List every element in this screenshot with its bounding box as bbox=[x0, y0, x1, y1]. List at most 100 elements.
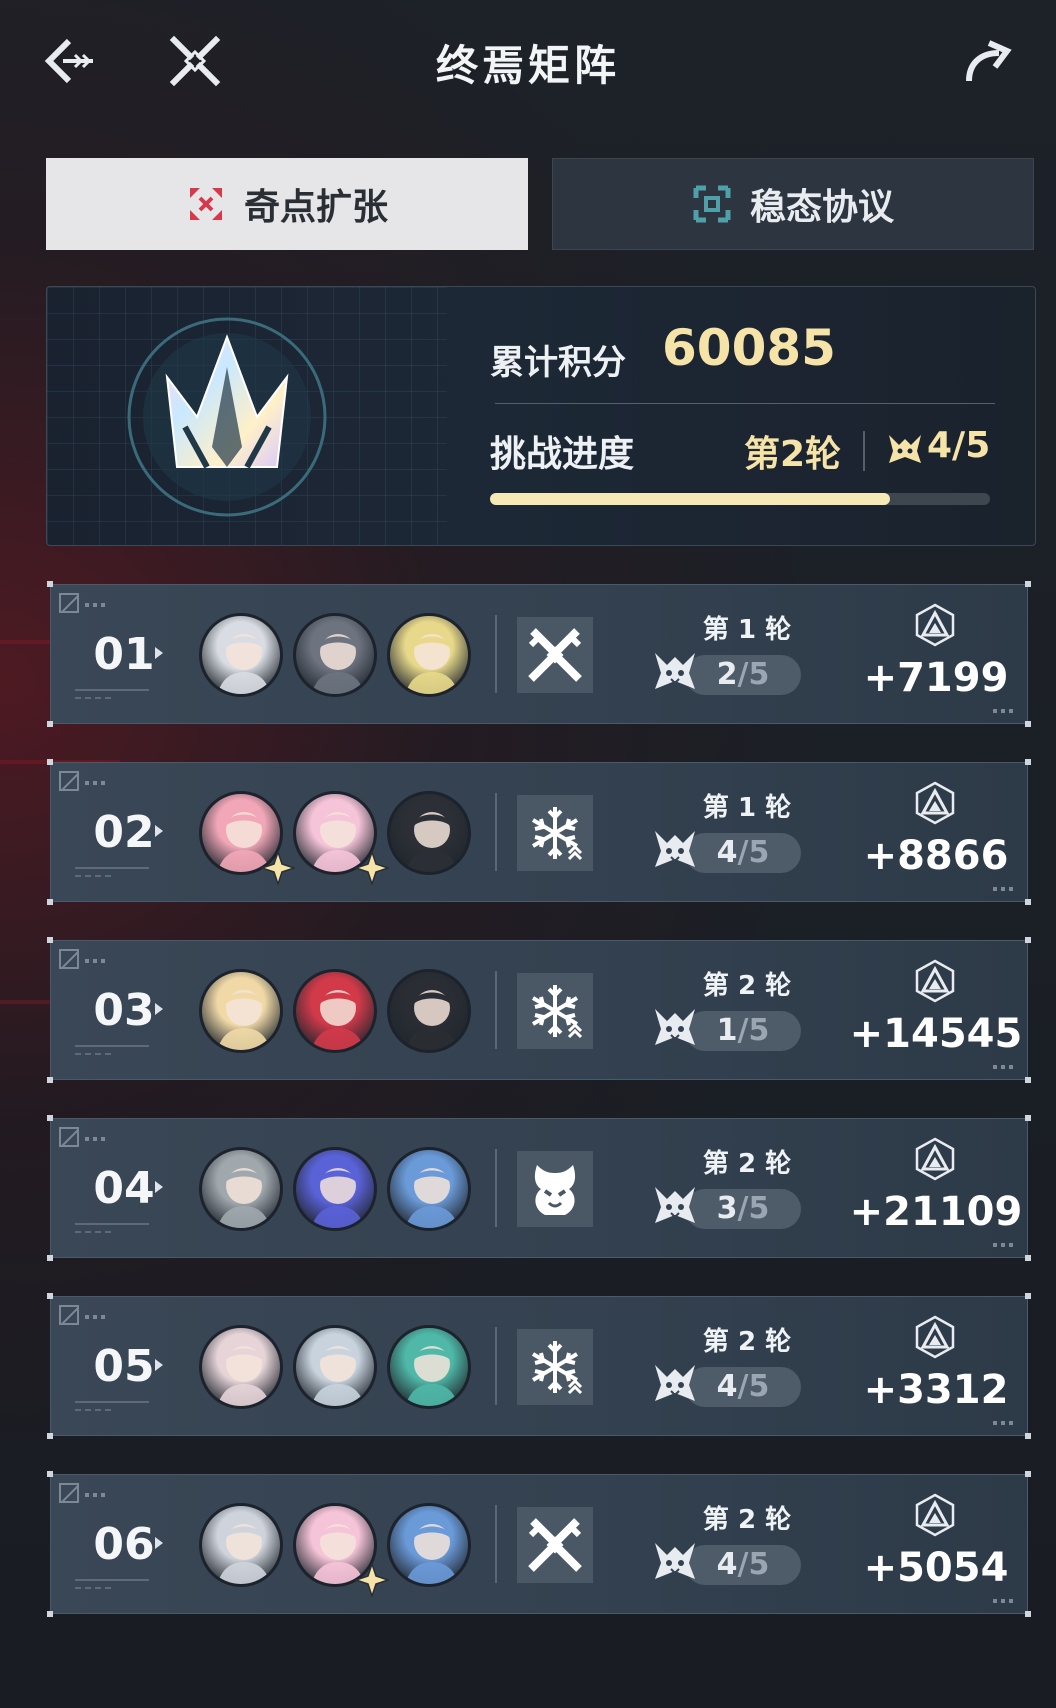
points-icon bbox=[913, 959, 957, 1003]
points-value: +7199 bbox=[863, 655, 1009, 701]
divider bbox=[863, 431, 865, 471]
character-portrait bbox=[217, 634, 271, 694]
corner-decor bbox=[47, 1611, 53, 1617]
row-decor bbox=[75, 1231, 115, 1233]
row-decor bbox=[75, 1045, 149, 1047]
physical-element-icon bbox=[517, 1507, 593, 1583]
divider bbox=[495, 1327, 497, 1405]
team-row[interactable]: 01 第 1 轮 2/5 +7199 bbox=[47, 581, 1031, 727]
points-icon bbox=[913, 603, 957, 647]
corner-decor bbox=[47, 1077, 53, 1083]
row-decor bbox=[75, 1401, 149, 1403]
row-corner-mark bbox=[59, 1305, 79, 1325]
divider bbox=[495, 1505, 497, 1583]
summary-panel: 累计积分 60085 挑战进度 第2轮 4/5 bbox=[46, 286, 1036, 546]
character-avatar[interactable] bbox=[199, 969, 283, 1053]
boss-kill-count: 4/5 bbox=[685, 1367, 801, 1407]
character-avatar[interactable] bbox=[199, 1147, 283, 1231]
character-portrait bbox=[311, 1346, 365, 1406]
star-badge-icon bbox=[353, 1561, 391, 1599]
divider bbox=[495, 403, 995, 404]
character-avatar[interactable] bbox=[387, 1503, 471, 1587]
score-label: 累计积分 bbox=[490, 343, 626, 383]
imaginary-element-icon bbox=[517, 1151, 593, 1227]
team-row[interactable]: 02 第 1 轮 4/5 +8866 bbox=[47, 759, 1031, 905]
expand-arrow-icon bbox=[155, 1003, 163, 1015]
expand-arrow-icon bbox=[155, 825, 163, 837]
round-label: 第 2 轮 bbox=[702, 971, 792, 1001]
row-decor bbox=[75, 1053, 115, 1055]
character-portrait bbox=[217, 1524, 271, 1584]
corner-decor bbox=[47, 1293, 53, 1299]
corner-decor bbox=[47, 937, 53, 943]
star-badge-icon bbox=[353, 849, 391, 887]
team-row[interactable]: 03 第 2 轮 1/5 +14545 bbox=[47, 937, 1031, 1083]
team-row[interactable]: 04 第 2 轮 3/5 +21109 bbox=[47, 1115, 1031, 1261]
row-decor bbox=[75, 1223, 149, 1225]
team-row[interactable]: 05 第 2 轮 4/5 +3312 bbox=[47, 1293, 1031, 1439]
kill-count: 1 bbox=[716, 1013, 738, 1048]
character-portrait bbox=[405, 1346, 459, 1406]
corner-decor bbox=[1025, 759, 1031, 765]
row-decor bbox=[85, 959, 109, 963]
singularity-icon bbox=[189, 188, 222, 220]
tab-steady-protocol[interactable]: 稳态协议 bbox=[552, 158, 1034, 250]
boss-kill-count: 1/5 bbox=[685, 1011, 801, 1051]
team-row[interactable]: 06 第 2 轮 4/5 +5054 bbox=[47, 1471, 1031, 1617]
boss-kill-count: 4/5 bbox=[685, 833, 801, 873]
round-label: 第 2 轮 bbox=[702, 1505, 792, 1535]
row-decor bbox=[75, 1579, 149, 1581]
character-avatar[interactable] bbox=[387, 1147, 471, 1231]
divider bbox=[495, 971, 497, 1049]
character-avatar[interactable] bbox=[199, 1503, 283, 1587]
expand-arrow-icon bbox=[155, 1181, 163, 1193]
points-icon bbox=[913, 1137, 957, 1181]
divider bbox=[495, 615, 497, 693]
share-button[interactable] bbox=[956, 30, 1018, 92]
character-avatar[interactable] bbox=[387, 969, 471, 1053]
character-portrait bbox=[405, 812, 459, 872]
character-portrait bbox=[311, 990, 365, 1050]
character-avatar[interactable] bbox=[199, 1325, 283, 1409]
boss-icon bbox=[651, 1181, 699, 1229]
divider bbox=[495, 1149, 497, 1227]
corner-decor bbox=[1025, 1115, 1031, 1121]
corner-decor bbox=[1025, 581, 1031, 587]
progress-bar-fill bbox=[490, 493, 890, 505]
corner-decor bbox=[1025, 937, 1031, 943]
character-avatar[interactable] bbox=[387, 1325, 471, 1409]
boss-count: 4/5 bbox=[927, 425, 991, 466]
character-portrait bbox=[217, 1346, 271, 1406]
score-value: 60085 bbox=[662, 319, 836, 377]
points-icon bbox=[913, 781, 957, 825]
character-portrait bbox=[405, 990, 459, 1050]
character-avatar[interactable] bbox=[387, 791, 471, 875]
character-avatar[interactable] bbox=[293, 613, 377, 697]
character-portrait bbox=[217, 1168, 271, 1228]
row-decor bbox=[85, 1315, 109, 1319]
boss-kill-count: 4/5 bbox=[685, 1545, 801, 1585]
row-corner-mark bbox=[59, 1127, 79, 1147]
corner-decor bbox=[1025, 899, 1031, 905]
row-decor bbox=[75, 875, 115, 877]
row-decor bbox=[75, 1587, 115, 1589]
character-avatar[interactable] bbox=[293, 1147, 377, 1231]
character-avatar[interactable] bbox=[387, 613, 471, 697]
corner-decor bbox=[47, 899, 53, 905]
character-avatar[interactable] bbox=[199, 613, 283, 697]
character-portrait bbox=[217, 990, 271, 1050]
expand-arrow-icon bbox=[155, 1537, 163, 1549]
row-corner-mark bbox=[59, 1483, 79, 1503]
tab-singularity-expansion[interactable]: 奇点扩张 bbox=[46, 158, 528, 250]
corner-decor bbox=[47, 1255, 53, 1261]
physical-element-icon bbox=[517, 617, 593, 693]
share-arrow-icon bbox=[966, 40, 1012, 82]
boss-kill-count: 2/5 bbox=[685, 655, 801, 695]
character-avatar[interactable] bbox=[293, 969, 377, 1053]
character-portrait bbox=[405, 634, 459, 694]
character-avatar[interactable] bbox=[293, 1325, 377, 1409]
ice-element-icon bbox=[517, 973, 593, 1049]
row-decor bbox=[75, 1409, 115, 1411]
kill-count: 4 bbox=[716, 1369, 738, 1404]
page-title: 终焉矩阵 bbox=[435, 41, 620, 90]
